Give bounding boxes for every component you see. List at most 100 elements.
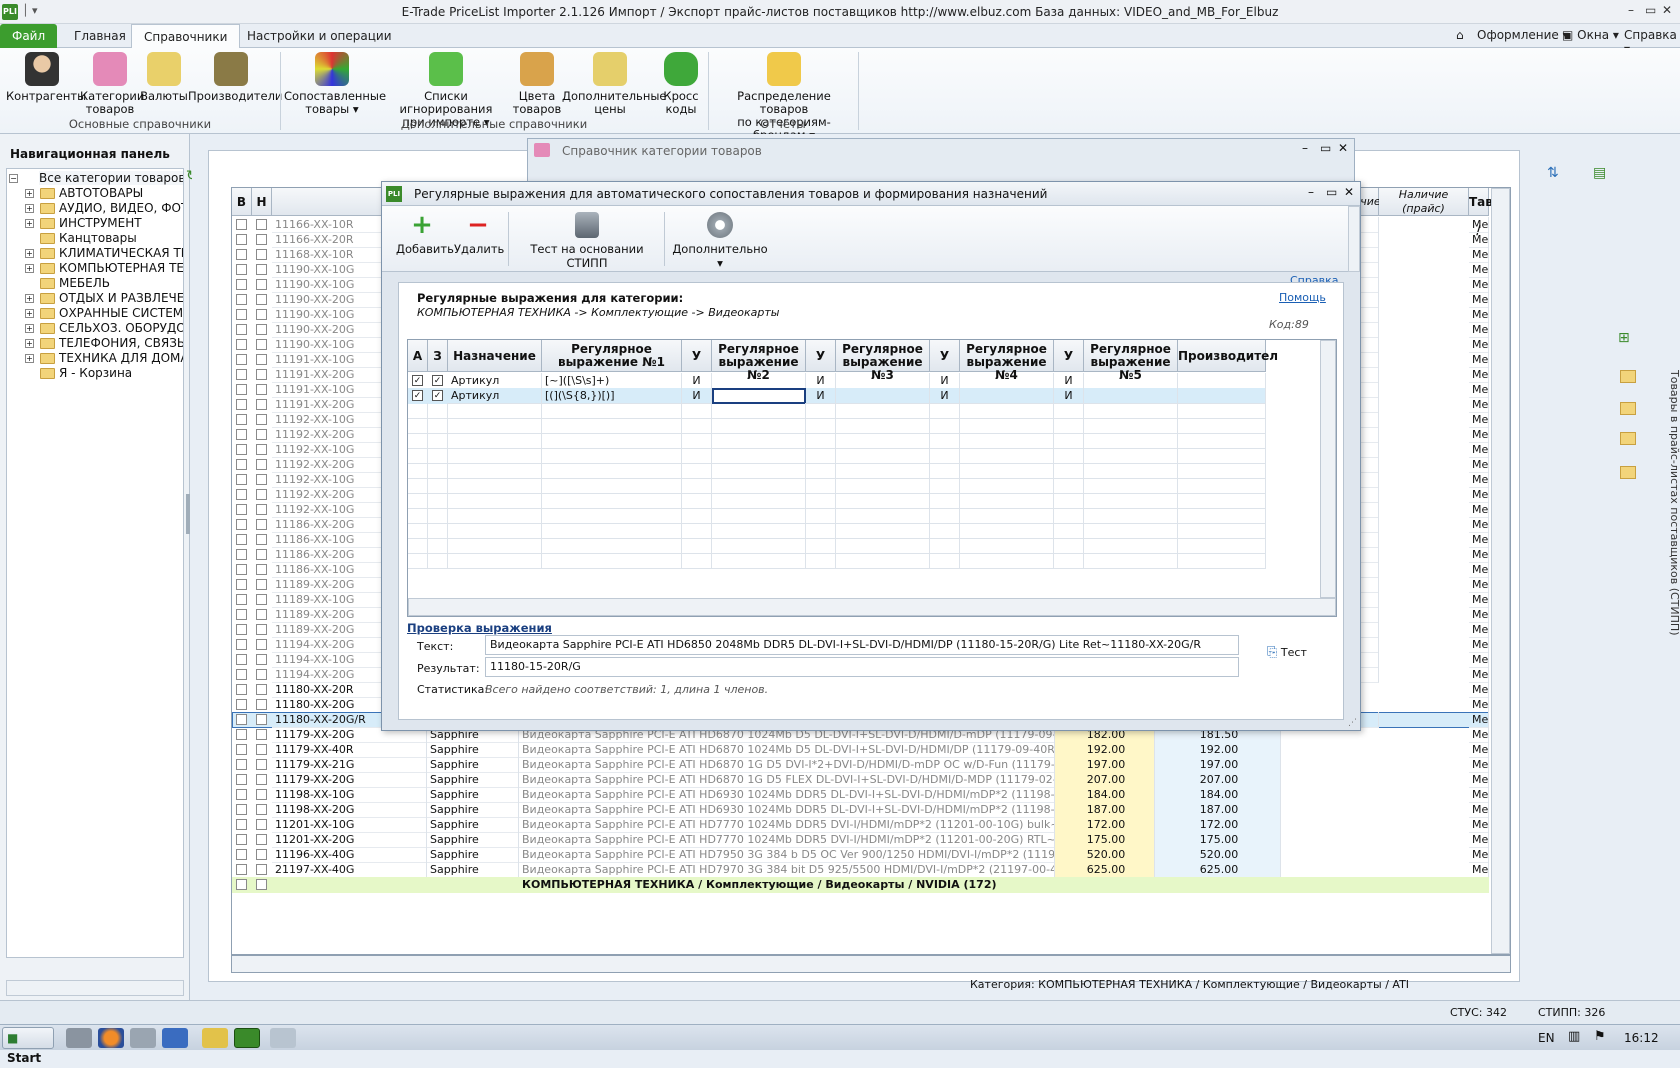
row-checkbox-v[interactable] [236,594,247,605]
maker-cell[interactable] [1178,373,1266,389]
row-checkbox-v[interactable] [236,339,247,350]
minimize-icon[interactable]: – [1628,3,1634,17]
regex3-cell[interactable] [836,388,930,404]
u4-cell[interactable]: И [1054,373,1084,389]
u1-cell[interactable]: И [682,373,712,389]
row-checkbox-v[interactable] [236,714,247,725]
row-checkbox-v[interactable] [236,879,247,890]
maximize-icon[interactable]: ▭ [1320,141,1331,155]
tree-item[interactable]: + ОТДЫХ И РАЗВЛЕЧЕН [7,291,183,307]
tree-item[interactable]: + ТЕХНИКА ДЛЯ ДОМА [7,351,183,367]
minimize-icon[interactable]: – [1308,185,1314,199]
taskbar-app-window-icon[interactable] [162,1028,188,1048]
tab-references[interactable]: Справочники [131,24,241,48]
taskbar-app-pli-icon[interactable] [234,1028,260,1048]
tree-item[interactable]: Канцтовары [7,231,183,247]
tree-item[interactable]: + КОМПЬЮТЕРНАЯ ТЕХ [7,261,183,277]
regex1-cell[interactable]: [(](\S{8,})[)] [542,388,682,404]
tab-home[interactable]: Главная [62,24,138,48]
row-checkbox-v[interactable] [236,459,247,470]
col-header-z[interactable]: З [428,340,448,372]
tree-structure-icon[interactable]: ⊞ [1618,330,1630,346]
row-checkbox-v[interactable] [236,324,247,335]
col-header-u2[interactable]: У [806,340,836,372]
row-checkbox-v[interactable] [236,219,247,230]
test-stipp-button[interactable]: Тест на основании СТИПП [514,212,660,270]
regex2-cell[interactable] [712,388,806,404]
tree-item[interactable]: МЕБЕЛЬ [7,276,183,292]
row-checkbox-v[interactable] [236,369,247,380]
row-checkbox-v[interactable] [236,639,247,650]
row-checkbox-n[interactable] [256,279,267,290]
contractors-button[interactable]: Контрагенты [6,52,86,103]
sort-icon[interactable]: ⇅ [1547,165,1559,181]
delete-button[interactable]: − Удалить [454,212,504,256]
row-checkbox-n[interactable] [256,414,267,425]
expand-icon[interactable]: + [25,294,34,303]
additional-prices-button[interactable]: Дополнительные цены [562,52,667,116]
expand-icon[interactable]: + [25,309,34,318]
row-checkbox-n[interactable] [256,834,267,845]
splitter-handle[interactable] [186,494,190,534]
row-checkbox-n[interactable] [256,249,267,260]
u3-cell[interactable]: И [930,373,960,389]
row-checkbox-n[interactable] [256,339,267,350]
category-dialog[interactable]: Справочник категории товаров – ▭ ✕ [527,138,1355,184]
purpose-cell[interactable]: Артикул [448,388,542,404]
row-checkbox-v[interactable] [236,774,247,785]
row-checkbox-v[interactable] [236,534,247,545]
tree-horizontal-scrollbar[interactable] [6,980,184,996]
tree-item[interactable]: + ИНСТРУМЕНТ [7,216,183,232]
col-header-regex1[interactable]: Регулярное выражение №1 [542,340,682,372]
row-checkbox-v[interactable] [236,699,247,710]
col-header-v[interactable]: В [232,188,252,216]
taskbar-app-explorer-icon[interactable] [66,1028,92,1048]
taskbar-app-network-icon[interactable] [130,1028,156,1048]
tree-item[interactable]: + ТЕЛЕФОНИЯ, СВЯЗЬ [7,336,183,352]
regex5-cell[interactable] [1084,373,1178,389]
expand-icon[interactable]: + [25,339,34,348]
u1-cell[interactable]: И [682,388,712,404]
col-header-purpose[interactable]: Назначение [448,340,542,372]
regex-vertical-scrollbar[interactable] [1320,340,1336,598]
row-checkbox-n[interactable] [256,864,267,875]
tree-item[interactable]: + АВТОТОВАРЫ [7,186,183,202]
windows-menu[interactable]: ▣ Окна ▾ [1562,28,1619,42]
col-header-regex2[interactable]: Регулярное выражение №2 [712,340,806,382]
purpose-cell[interactable]: Артикул [448,373,542,389]
regex5-cell[interactable] [1084,388,1178,404]
row-checkbox-n[interactable] [256,534,267,545]
row-checkbox-n[interactable] [256,354,267,365]
tree-item[interactable]: + СЕЛЬХОЗ. ОБОРУДОВ [7,321,183,337]
row-checkbox-n[interactable] [256,774,267,785]
row-checkbox-v[interactable] [236,519,247,530]
minimize-icon[interactable]: – [1302,141,1308,155]
currencies-button[interactable]: Валюты [140,52,188,103]
close-icon[interactable]: ✕ [1338,141,1348,155]
row-checkbox-v[interactable] [236,549,247,560]
taskbar-app-tools-icon[interactable] [202,1028,228,1048]
regex-grid[interactable]: А З Назначение Регулярное выражение №1 У Регул… [407,339,1337,617]
folder-edit-icon[interactable] [1620,402,1636,415]
row-checkbox-v[interactable] [236,294,247,305]
row-checkbox-n[interactable] [256,294,267,305]
matched-goods-button[interactable]: Сопоставленные товары ▾ [284,52,386,116]
row-checkbox-n[interactable] [256,849,267,860]
col-header-regex3[interactable]: Регулярное выражение №3 [836,340,930,382]
row-checkbox-v[interactable] [236,684,247,695]
row-checkbox-n[interactable] [256,219,267,230]
row-checkbox-v[interactable] [236,399,247,410]
row-checkbox-n[interactable] [256,639,267,650]
col-header-a[interactable]: А [408,340,428,372]
categories-button[interactable]: Категории товаров [80,52,144,116]
tree-item[interactable]: + АУДИО, ВИДЕО, ФОТ [7,201,183,217]
regex3-cell[interactable] [836,373,930,389]
category-tree[interactable]: − Все категории товаров + АВТОТОВАРЫ + АУДИО,… [6,168,184,958]
test-button[interactable]: ⎘ Тест [1267,645,1307,660]
tab-settings[interactable]: Настройки и операции [235,24,404,48]
row-checkbox-n[interactable] [256,429,267,440]
active-checkbox[interactable]: ✓ [412,375,423,386]
row-checkbox-n[interactable] [256,564,267,575]
tab-file[interactable]: Файл [0,24,58,48]
u4-cell[interactable]: И [1054,388,1084,404]
